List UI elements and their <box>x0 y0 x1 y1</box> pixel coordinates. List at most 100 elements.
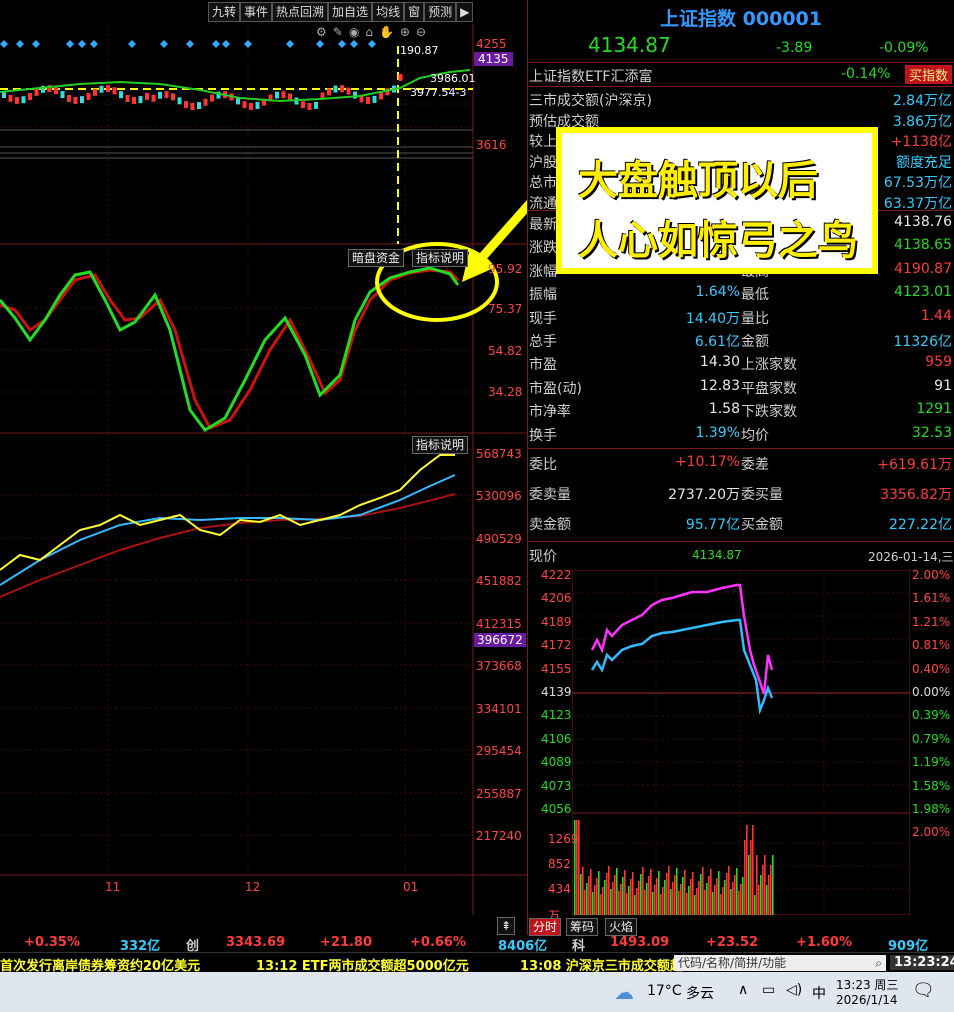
intraday-right-axis: 0.81% <box>912 638 951 653</box>
tray-chevron-icon[interactable]: ∧ <box>738 982 748 998</box>
intraday-volume-bar <box>692 872 694 915</box>
news-ticker[interactable]: 首次发行离岸债券筹资约20亿美元 13:12 ETF两市成交额超5000亿元 1… <box>0 952 954 974</box>
quote-value: 11326亿 <box>893 334 952 350</box>
candle <box>106 85 110 93</box>
toolbar-add-watch[interactable]: 加自选 <box>328 2 373 22</box>
ke-change: +23.52 <box>706 935 759 950</box>
price-axis-current: 4135 <box>474 52 513 66</box>
quote-value: 4190.87 <box>894 260 952 277</box>
toolbar-hot-replay[interactable]: 热点回溯 <box>272 2 329 22</box>
quote-value: 32.53 <box>911 424 952 441</box>
date-01: 01 <box>403 880 419 894</box>
toolbar-window[interactable]: 窗 <box>404 2 425 22</box>
weather-desc[interactable]: 多云 <box>686 983 714 1003</box>
intraday-tab-chips[interactable]: 筹码 <box>566 918 599 936</box>
candle <box>379 92 383 100</box>
indicator-desc-button[interactable]: 指标说明 <box>412 249 469 267</box>
zoom-in-icon[interactable]: ⊕ <box>400 25 416 39</box>
index-title: 上证指数 000001 <box>529 4 953 31</box>
intraday-volume-bar <box>656 878 658 915</box>
settings-icon[interactable]: ⚙ <box>316 25 333 39</box>
pen-icon[interactable]: ✎ <box>333 25 349 39</box>
candle <box>99 85 104 93</box>
intraday-volume-bar <box>660 894 662 915</box>
dark-funds-button[interactable]: 暗盘资金 <box>348 249 405 267</box>
intraday-right-axis: 1.21% <box>912 614 951 629</box>
intraday-volume-bar <box>710 869 712 915</box>
ke-price: 1493.09 <box>610 935 670 950</box>
intraday-volume-bar <box>598 871 600 915</box>
indicator-desc-button-2[interactable]: 指标说明 <box>412 436 469 454</box>
intraday-chart[interactable] <box>572 570 910 915</box>
network-icon[interactable]: ▭ <box>762 982 775 998</box>
stat-row: 三市成交额(沪深京) 2.84万亿 <box>529 88 953 110</box>
candle <box>197 102 201 110</box>
taskbar-time[interactable]: 13:23 周三 <box>836 976 898 993</box>
intraday-left-axis: 4206 <box>541 591 572 606</box>
intraday-right-axis: 1.19% <box>912 755 951 770</box>
order-value: 227.22亿 <box>889 517 952 533</box>
intraday-volume-bar <box>756 855 758 915</box>
candle <box>281 91 286 99</box>
intraday-tab-flame[interactable]: 火焰 <box>605 918 638 936</box>
osc-axis-3: 34.28 <box>488 385 523 399</box>
zoom-out-icon[interactable]: ⊖ <box>416 25 432 39</box>
candle <box>301 101 305 109</box>
search-icon[interactable]: ⌕ <box>875 955 882 971</box>
bottom-index-bar: +0.35% 332亿 创 3343.69 +21.80 +0.66% 8406… <box>0 935 954 954</box>
intraday-volume-bar <box>620 884 622 915</box>
order-label: 卖金额 <box>529 517 571 533</box>
toolbar-forecast[interactable]: 预测 <box>424 2 457 22</box>
stat-label: 三市成交额(沪深京) <box>529 93 652 109</box>
notification-icon[interactable]: 🗨 <box>912 980 935 1001</box>
candle <box>242 101 247 109</box>
ime-indicator[interactable]: 中 <box>812 983 826 1003</box>
intraday-right-axis: 2.00% <box>912 568 951 582</box>
quote-row: 总手 6.61亿 金额 11326亿 <box>529 329 953 351</box>
intraday-left-axis: 4056 <box>541 802 572 816</box>
intraday-label: 现价 <box>529 549 557 565</box>
hand-icon[interactable]: ✋ <box>379 25 400 39</box>
weather-temp[interactable]: 17°C <box>647 983 682 999</box>
toolbar-jiuzhuan[interactable]: 九转 <box>208 2 241 22</box>
weather-cloud-icon[interactable]: ☁ <box>614 980 634 1004</box>
etf-pct: -0.14% <box>841 66 891 82</box>
intraday-tab-timeshare[interactable]: 分时 <box>529 918 562 936</box>
volume-icon[interactable]: ◁) <box>786 982 802 998</box>
candle <box>15 96 19 104</box>
osc-axis-0: 95.92 <box>488 262 523 276</box>
intraday-volume-bar <box>684 870 686 915</box>
toolbar-events[interactable]: 事件 <box>240 2 273 22</box>
taskbar-date[interactable]: 2026/1/14 <box>836 993 898 1007</box>
intraday-left-axis: 4106 <box>541 731 572 746</box>
pin-icon[interactable]: ⇞ <box>497 917 516 935</box>
buy-index-button[interactable]: 买指数 <box>905 65 953 84</box>
candle <box>398 73 403 81</box>
order-row: 卖金额 95.77亿 买金额 227.22亿 <box>529 512 953 534</box>
intraday-volume-bar <box>688 886 690 915</box>
eye-icon[interactable]: ◉ <box>349 25 365 39</box>
toolbar-ma[interactable]: 均线 <box>372 2 405 22</box>
candle <box>249 102 253 110</box>
intraday-volume-bar <box>732 882 734 915</box>
candle <box>255 101 260 109</box>
chuang-change: +21.80 <box>320 935 373 950</box>
intraday-volume-bar <box>714 885 716 915</box>
intraday-volume-bar <box>748 855 750 915</box>
intraday-right-axis: 0.39% <box>912 708 951 723</box>
etf-row[interactable]: 上证指数ETF汇添富 -0.14% 买指数 <box>529 64 953 86</box>
ke-pct: +1.60% <box>796 935 852 950</box>
left-chart-area[interactable] <box>0 0 527 935</box>
chuang-price: 3343.69 <box>226 935 286 950</box>
candle <box>60 91 65 99</box>
search-input[interactable]: 代码/名称/简拼/功能 ⌕ <box>674 955 886 971</box>
intraday-left-axis: 4155 <box>541 661 572 676</box>
intraday-right-axis: 0.00% <box>912 685 951 699</box>
lock-icon[interactable]: ⌂ <box>365 25 379 39</box>
intraday-price: 4134.87 <box>692 548 742 562</box>
candle <box>372 95 377 103</box>
candle <box>54 87 58 95</box>
candle <box>67 94 71 102</box>
candle <box>132 96 136 104</box>
play-icon[interactable]: ▶ <box>456 2 474 22</box>
